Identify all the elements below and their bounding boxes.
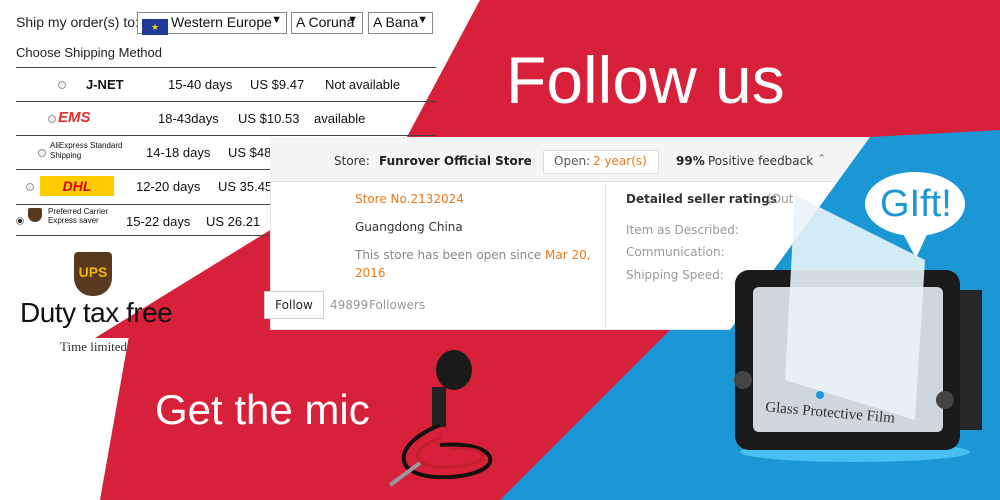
get-the-mic-heading: Get the mic xyxy=(155,386,370,433)
mic-image xyxy=(388,350,493,487)
device-screen-image xyxy=(734,195,982,462)
